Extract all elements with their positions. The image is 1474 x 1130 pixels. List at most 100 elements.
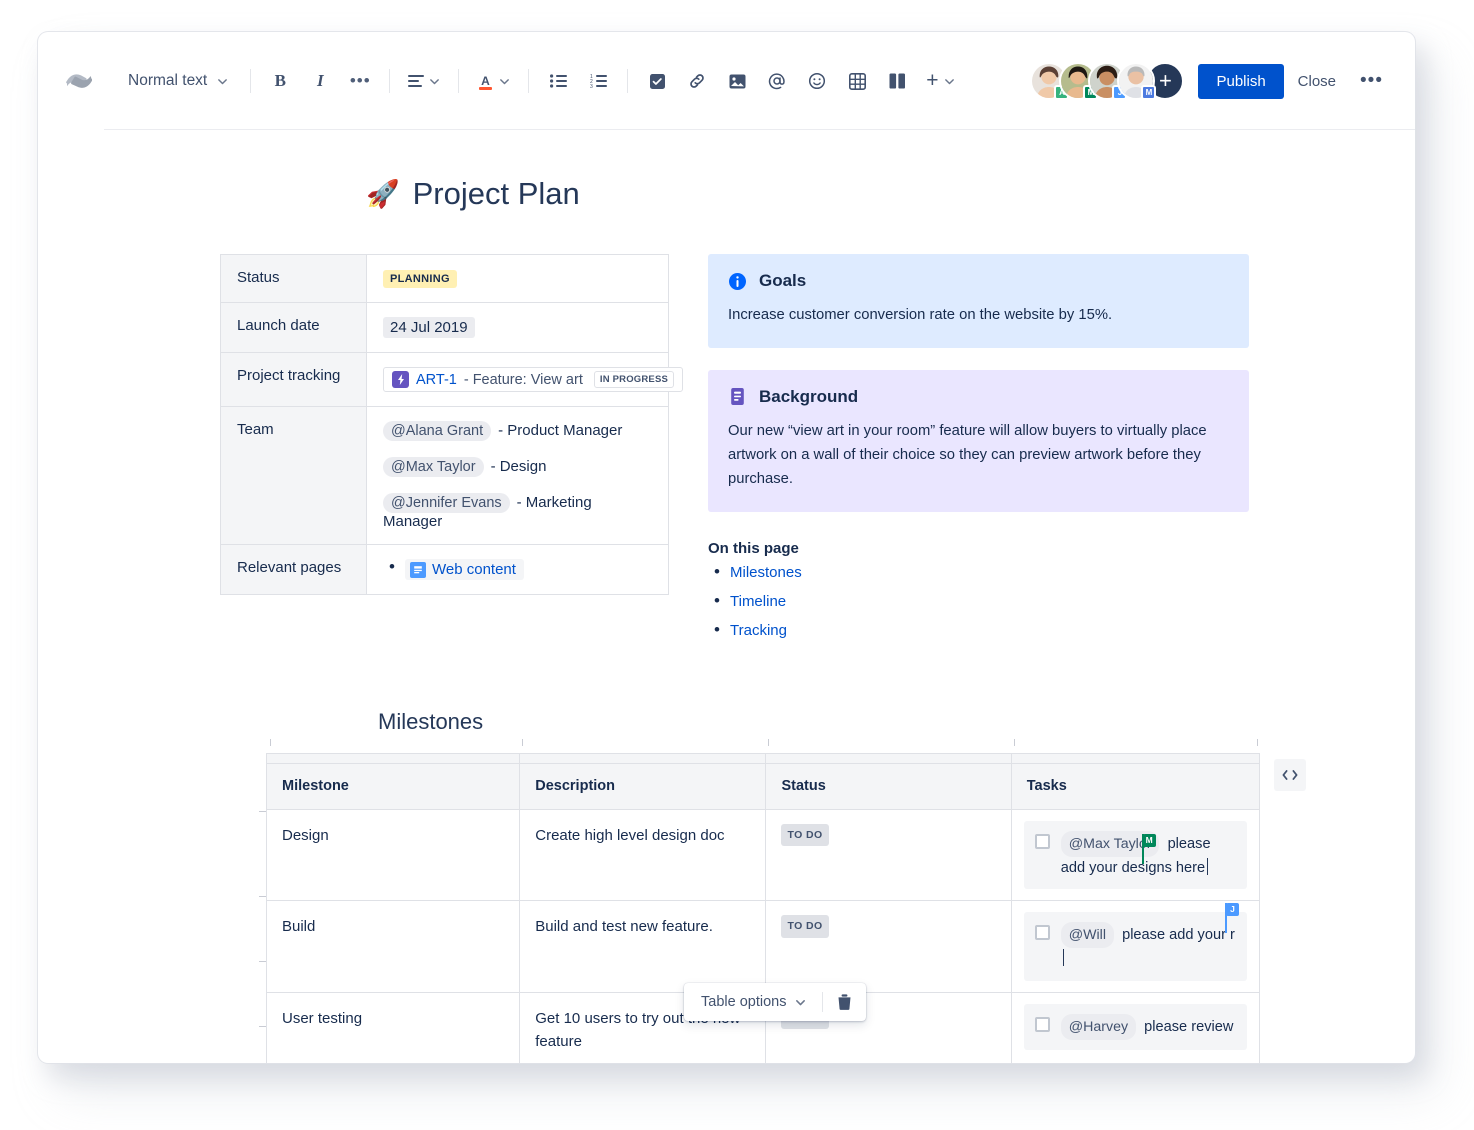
cell-status[interactable]: TO DO: [765, 808, 1012, 902]
table-options-button[interactable]: Table options: [689, 987, 818, 1017]
collaborator-avatars: A M J M +: [1030, 62, 1185, 100]
table-row: Team @Alana Grant - Product Manager @Max …: [220, 406, 669, 545]
chevron-down-icon: [430, 78, 440, 84]
text-color-icon[interactable]: A: [473, 66, 514, 96]
cursor-initial: J: [1226, 903, 1239, 917]
cell-tasks[interactable]: @Will please add your r J: [1010, 900, 1261, 994]
emoji-icon[interactable]: [802, 66, 832, 96]
mention-icon[interactable]: [762, 66, 792, 96]
cell-description[interactable]: Build and test new feature.: [519, 900, 767, 994]
task-checkbox[interactable]: [1034, 833, 1050, 849]
status-badge[interactable]: TO DO: [781, 823, 829, 847]
layout-icon[interactable]: [882, 66, 912, 96]
info-key: Project tracking: [220, 352, 367, 407]
task-item[interactable]: @Harvey please review: [1023, 1004, 1247, 1051]
chevron-down-icon: [218, 78, 228, 84]
cell-milestone[interactable]: Build: [265, 900, 521, 994]
numbered-list-icon[interactable]: 1 2 3: [583, 66, 613, 96]
text-align-icon[interactable]: [404, 66, 444, 96]
task-body: please review: [1144, 1019, 1234, 1036]
toolbar-group-format: B I •••: [265, 66, 375, 96]
bullet-list-icon[interactable]: [543, 66, 573, 96]
note-icon: [728, 387, 747, 406]
collaborator-cursor-flag: J: [1225, 903, 1239, 934]
close-button[interactable]: Close: [1284, 64, 1350, 99]
background-panel-body: Our new “view art in your room” feature …: [728, 422, 1207, 487]
task-item[interactable]: @Max Taylor please add your designs here…: [1023, 820, 1247, 890]
delete-table-button[interactable]: [827, 988, 861, 1016]
info-icon: [728, 272, 747, 291]
status-badge[interactable]: TO DO: [781, 915, 829, 938]
toc-link-tracking[interactable]: Tracking: [730, 622, 787, 639]
column-control[interactable]: [265, 752, 521, 764]
text-style-dropdown[interactable]: Normal text: [120, 67, 236, 95]
table-icon[interactable]: [842, 66, 872, 96]
italic-icon[interactable]: I: [305, 66, 335, 96]
user-mention[interactable]: @Harvey: [1060, 1014, 1137, 1041]
confluence-logo[interactable]: [64, 68, 94, 94]
jira-issue-chip[interactable]: ART-1 - Feature: View art IN PROGRESS: [383, 367, 684, 392]
jira-issue-status: IN PROGRESS: [593, 371, 675, 388]
plus-icon: +: [926, 69, 939, 92]
info-value-date: 24 Jul 2019: [366, 302, 669, 353]
column-resize-handle[interactable]: [1274, 758, 1306, 791]
insert-more-icon[interactable]: +: [922, 66, 958, 96]
publish-button[interactable]: Publish: [1198, 63, 1284, 99]
on-this-page-section: On this page Milestones Timeline Trackin…: [708, 540, 1249, 640]
on-this-page-title: On this page: [708, 539, 799, 557]
text-caret: [1207, 857, 1209, 875]
right-column: Goals Increase customer conversion rate …: [708, 254, 1249, 651]
cell-tasks[interactable]: @Harvey please review: [1010, 992, 1261, 1063]
cell-milestone[interactable]: Design: [265, 808, 521, 902]
info-key: Team: [220, 406, 367, 545]
user-mention[interactable]: @Alana Grant: [383, 421, 492, 441]
screenshot-root: Normal text B I ••• A 1 2 3 + A M J M + …: [0, 0, 1474, 1130]
cell-tasks[interactable]: @Max Taylor please add your designs here…: [1010, 808, 1261, 902]
page-link[interactable]: Web content: [405, 559, 524, 580]
link-icon[interactable]: [682, 66, 712, 96]
launch-date-chip[interactable]: 24 Jul 2019: [383, 317, 475, 338]
task-text: @Harvey please review: [1060, 1014, 1234, 1041]
task-list-icon[interactable]: [642, 66, 672, 96]
cell-milestone[interactable]: User testing: [265, 992, 521, 1063]
toolbar-divider: [528, 69, 530, 93]
cell-status[interactable]: TO DO: [765, 900, 1012, 994]
chevron-down-icon: [944, 78, 954, 84]
toc-link-timeline[interactable]: Timeline: [730, 593, 786, 610]
text-style-label: Normal text: [128, 72, 208, 89]
column-control[interactable]: [765, 752, 1012, 764]
table-header-row: Milestone Description Status Tasks: [265, 762, 1261, 810]
table-control-row[interactable]: [265, 752, 1261, 764]
table-row: Launch date 24 Jul 2019: [220, 302, 669, 353]
task-checkbox[interactable]: [1034, 925, 1050, 941]
user-mention[interactable]: @Will: [1060, 922, 1114, 949]
info-value-status: PLANNING: [366, 254, 669, 303]
page-title-text: Project Plan: [412, 176, 580, 211]
task-item[interactable]: @Will please add your r J: [1023, 903, 1247, 982]
editor-overflow-menu-button[interactable]: •••: [1350, 67, 1393, 95]
goals-panel-header: Goals: [728, 271, 1229, 291]
goals-panel-body: Increase customer conversion rate on the…: [728, 307, 1113, 323]
bold-icon[interactable]: B: [265, 66, 295, 96]
info-value-team: @Alana Grant - Product Manager @Max Taylo…: [366, 406, 669, 545]
column-control[interactable]: [1010, 752, 1261, 764]
status-badge[interactable]: PLANNING: [383, 270, 457, 288]
cell-description[interactable]: Create high level design doc: [519, 808, 767, 902]
column-control[interactable]: [519, 752, 767, 764]
goals-panel-title: Goals: [759, 271, 807, 290]
user-mention[interactable]: @Max Taylor: [383, 457, 484, 477]
task-checkbox[interactable]: [1034, 1017, 1050, 1033]
team-member: @Max Taylor - Design: [383, 457, 652, 477]
project-info-table: Status PLANNING Launch date 24 Jul 2019 …: [220, 254, 684, 595]
user-mention[interactable]: @Jennifer Evans: [383, 493, 510, 513]
background-panel: Background Our new “view art in your roo…: [708, 369, 1249, 512]
avatar-badge: M: [1141, 85, 1157, 100]
toolbar-group-insert: +: [642, 66, 958, 96]
column-markers: [266, 738, 1260, 749]
toc-link-milestones[interactable]: Milestones: [730, 564, 802, 581]
on-this-page-list: Milestones Timeline Tracking: [708, 562, 1249, 640]
info-key: Relevant pages: [220, 544, 367, 595]
avatar[interactable]: M: [1117, 62, 1157, 100]
image-icon[interactable]: [722, 66, 752, 96]
more-formatting-icon[interactable]: •••: [345, 66, 375, 96]
